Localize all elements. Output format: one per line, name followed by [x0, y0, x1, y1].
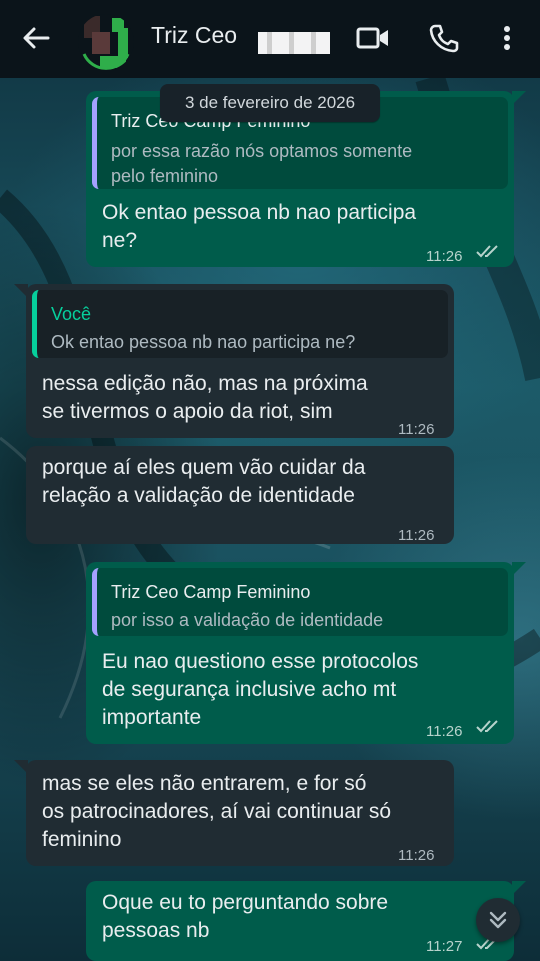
bubble-tail	[512, 881, 526, 895]
phone-call-icon[interactable]	[424, 20, 464, 56]
message-time: 11:26	[398, 527, 435, 544]
message-bubble[interactable]: mas se eles não entrarem, e for só os pa…	[26, 760, 454, 866]
more-options-icon[interactable]	[492, 20, 522, 56]
message-bubble[interactable]: Você Ok entao pessoa nb nao participa ne…	[26, 284, 454, 438]
message-text: mas se eles não entrarem, e for só os pa…	[42, 772, 392, 851]
message-time: 11:26	[426, 723, 463, 740]
message-bubble[interactable]: Oque eu to perguntando sobre pessoas nb …	[86, 881, 514, 961]
message-text: Eu nao questiono esse protocolos de segu…	[102, 650, 419, 729]
message-text: Ok entao pessoa nb nao participa ne?	[102, 201, 417, 252]
scroll-to-bottom-button[interactable]	[476, 898, 520, 942]
quoted-text: por essa razão nós optamos somente pelo …	[111, 141, 413, 186]
quoted-sender: Triz Ceo Camp Feminino	[111, 582, 311, 602]
redacted-block	[258, 32, 330, 54]
contact-name[interactable]: Triz Ceo	[151, 22, 237, 49]
video-call-icon[interactable]	[352, 20, 394, 56]
message-text: nessa edição não, mas na próxima se tive…	[42, 372, 368, 423]
message-time: 11:26	[398, 421, 435, 438]
message-text: porque aí eles quem vão cuidar da relaçã…	[42, 456, 366, 507]
message-time: 11:26	[426, 248, 463, 265]
quoted-text: por isso a validação de identidade	[111, 610, 384, 630]
back-arrow-icon[interactable]	[16, 20, 56, 56]
message-time: 11:26	[398, 847, 435, 864]
contact-avatar[interactable]	[78, 14, 134, 70]
message-text: Oque eu to perguntando sobre pessoas nb	[102, 891, 389, 942]
bubble-tail	[14, 760, 28, 774]
bubble-tail	[14, 284, 28, 298]
message-bubble[interactable]: porque aí eles quem vão cuidar da relaçã…	[26, 446, 454, 544]
message-bubble[interactable]: Triz Ceo Camp Feminino por isso a valida…	[86, 562, 514, 744]
double-chevron-down-icon	[489, 911, 507, 929]
quoted-sender: Você	[51, 304, 92, 324]
date-separator: 3 de fevereiro de 2026	[160, 84, 380, 122]
bubble-tail	[512, 91, 526, 105]
message-time: 11:27	[426, 938, 463, 955]
quoted-message[interactable]: Triz Ceo Camp Feminino por isso a valida…	[92, 568, 508, 636]
read-ticks-icon	[476, 720, 498, 733]
bubble-tail	[512, 562, 526, 576]
chat-header: Triz Ceo	[0, 0, 540, 78]
quoted-message[interactable]: Você Ok entao pessoa nb nao participa ne…	[32, 290, 448, 358]
quoted-text: Ok entao pessoa nb nao participa ne?	[51, 332, 356, 352]
read-ticks-icon	[476, 245, 498, 258]
